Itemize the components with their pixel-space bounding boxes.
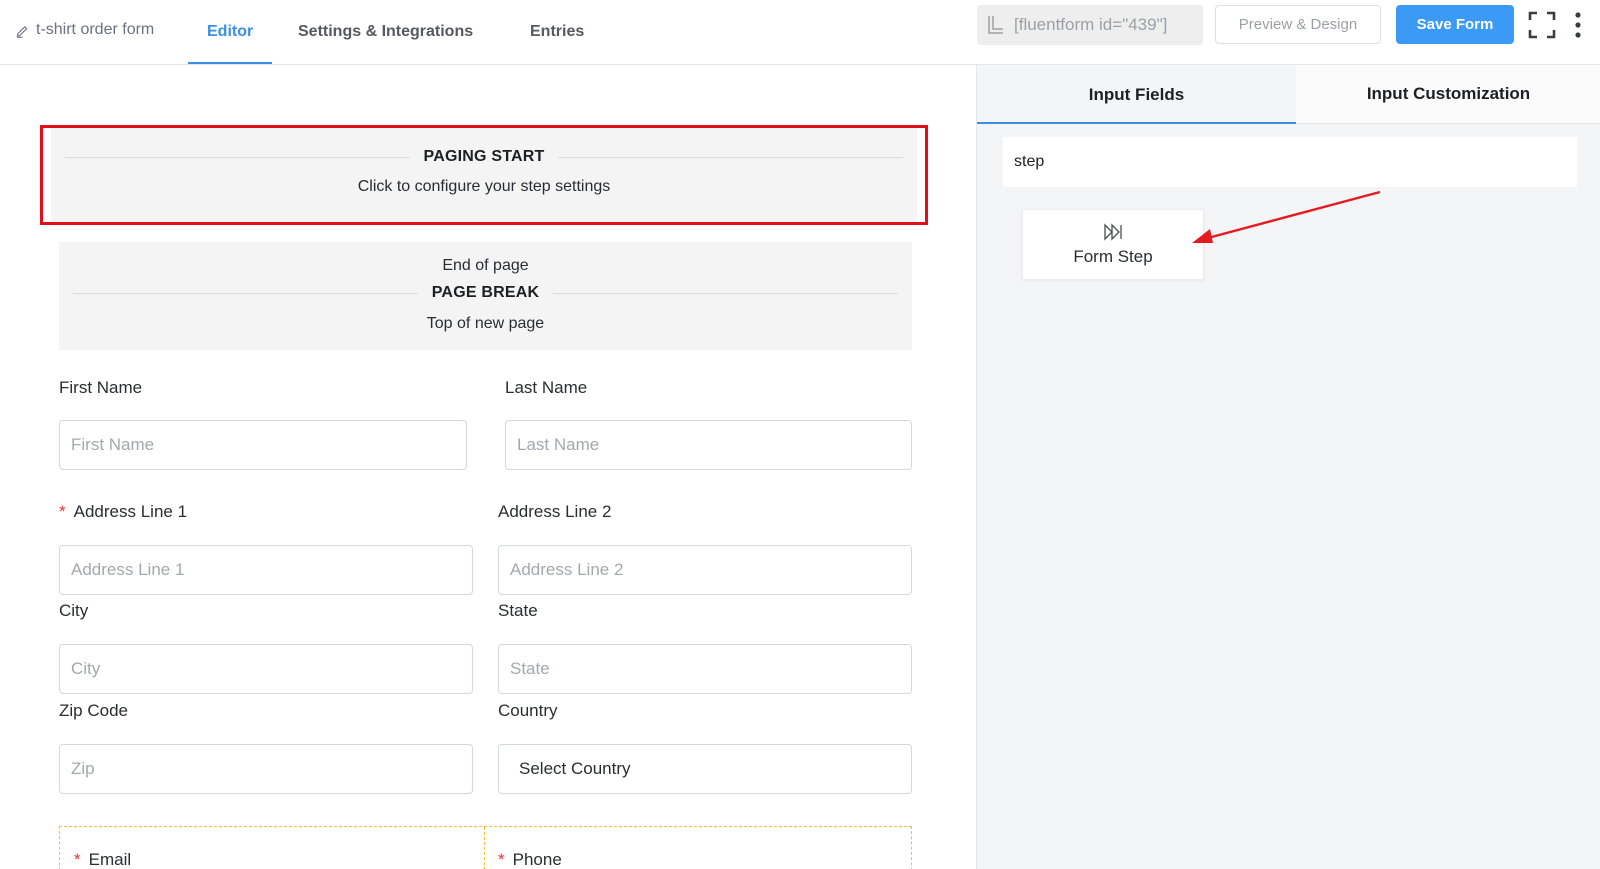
tab-editor[interactable]: Editor (188, 0, 273, 64)
tab-input-customization-label: Input Customization (1366, 84, 1531, 103)
fullscreen-icon[interactable] (1528, 11, 1556, 39)
city-input[interactable]: City (59, 644, 473, 694)
address-line-2-label: Address Line 2 (498, 502, 612, 521)
zip-code-label: Zip Code (59, 701, 128, 720)
paging-start-divider: PAGING START (65, 148, 904, 166)
divider-line (553, 292, 898, 294)
tab-input-fields-label: Input Fields (1088, 84, 1185, 104)
country-label: Country (498, 701, 558, 720)
last-name-input[interactable]: Last Name (505, 420, 912, 470)
form-step-icon (1104, 222, 1122, 241)
shortcode-text: [fluentform id="439"] (1014, 15, 1168, 34)
state-label: State (498, 601, 538, 620)
tab-settings-label: Settings & Integrations (298, 23, 474, 40)
city-label: City (59, 601, 89, 620)
annotation-arrow-icon (1192, 190, 1381, 243)
zip-placeholder: Zip (71, 759, 95, 778)
page-break-title: PAGE BREAK (431, 284, 540, 301)
tab-input-fields[interactable]: Input Fields (977, 65, 1296, 124)
last-name-placeholder: Last Name (517, 435, 600, 454)
tab-input-customization[interactable]: Input Customization (1296, 65, 1600, 124)
first-name-placeholder: First Name (71, 435, 155, 454)
state-placeholder: State (510, 659, 550, 678)
divider-line (558, 156, 904, 158)
required-marker: * (74, 850, 81, 869)
tab-editor-label: Editor (207, 23, 254, 40)
page-break-bottom-text: Top of new page (426, 315, 545, 332)
page-break-top-text: End of page (442, 257, 529, 274)
active-tab-underline (977, 122, 1296, 124)
last-name-label: Last Name (505, 378, 588, 397)
tab-entries-label: Entries (530, 23, 585, 40)
zip-code-input[interactable]: Zip (59, 744, 473, 794)
form-title-text: t-shirt order form (36, 21, 155, 38)
state-input[interactable]: State (498, 644, 912, 694)
tab-settings-integrations[interactable]: Settings & Integrations (298, 0, 473, 64)
tab-entries[interactable]: Entries (530, 0, 584, 64)
address-line-2-input[interactable]: Address Line 2 (498, 545, 912, 595)
more-vertical-icon[interactable] (1573, 12, 1583, 38)
top-bar: t-shirt order form Editor Settings & Int… (0, 0, 1600, 65)
first-name-label: First Name (59, 378, 143, 397)
copy-icon (988, 16, 1003, 34)
save-form-button[interactable]: Save Form (1396, 5, 1514, 44)
active-tab-underline (188, 62, 273, 64)
pencil-icon (16, 25, 28, 38)
email-label-text: Email (88, 850, 132, 869)
form-step-field-button[interactable]: Form Step (1022, 209, 1204, 280)
field-search-value: step (1014, 153, 1045, 170)
phone-label-text: Phone (512, 850, 562, 869)
paging-start-block[interactable]: PAGING START Click to configure your ste… (40, 125, 928, 225)
city-placeholder: City (71, 659, 101, 678)
address-line-1-label-text: Address Line 1 (73, 502, 188, 521)
country-select[interactable]: Select Country (498, 744, 912, 794)
phone-label: * Phone (498, 850, 562, 869)
first-name-input[interactable]: First Name (59, 420, 467, 470)
paging-start-subtitle: Click to configure your step settings (357, 178, 611, 195)
form-title[interactable]: t-shirt order form (15, 18, 154, 42)
address-line-1-placeholder: Address Line 1 (71, 560, 185, 579)
country-select-value: Select Country (519, 759, 631, 778)
address-line-1-label: * Address Line 1 (59, 502, 187, 522)
divider-line (65, 156, 410, 158)
form-step-label: Form Step (1073, 246, 1153, 266)
email-phone-container[interactable]: * Email * Phone (59, 826, 912, 869)
divider-line (73, 292, 418, 294)
preview-design-button[interactable]: Preview & Design (1215, 5, 1381, 44)
column-divider (484, 827, 485, 869)
email-label: * Email (74, 850, 131, 869)
field-search-input[interactable]: step (1003, 137, 1577, 187)
page-break-block[interactable]: End of page PAGE BREAK Top of new page (59, 242, 912, 350)
form-editor-canvas: PAGING START Click to configure your ste… (0, 65, 976, 869)
required-marker: * (498, 850, 505, 869)
address-line-2-placeholder: Address Line 2 (510, 560, 624, 579)
paging-start-inner: PAGING START Click to configure your ste… (51, 128, 917, 222)
required-marker: * (59, 502, 66, 521)
paging-start-title: PAGING START (423, 148, 545, 165)
address-line-1-input[interactable]: Address Line 1 (59, 545, 473, 595)
page-break-divider: PAGE BREAK (73, 284, 898, 302)
shortcode-copy-button[interactable]: [fluentform id="439"] (977, 5, 1203, 45)
